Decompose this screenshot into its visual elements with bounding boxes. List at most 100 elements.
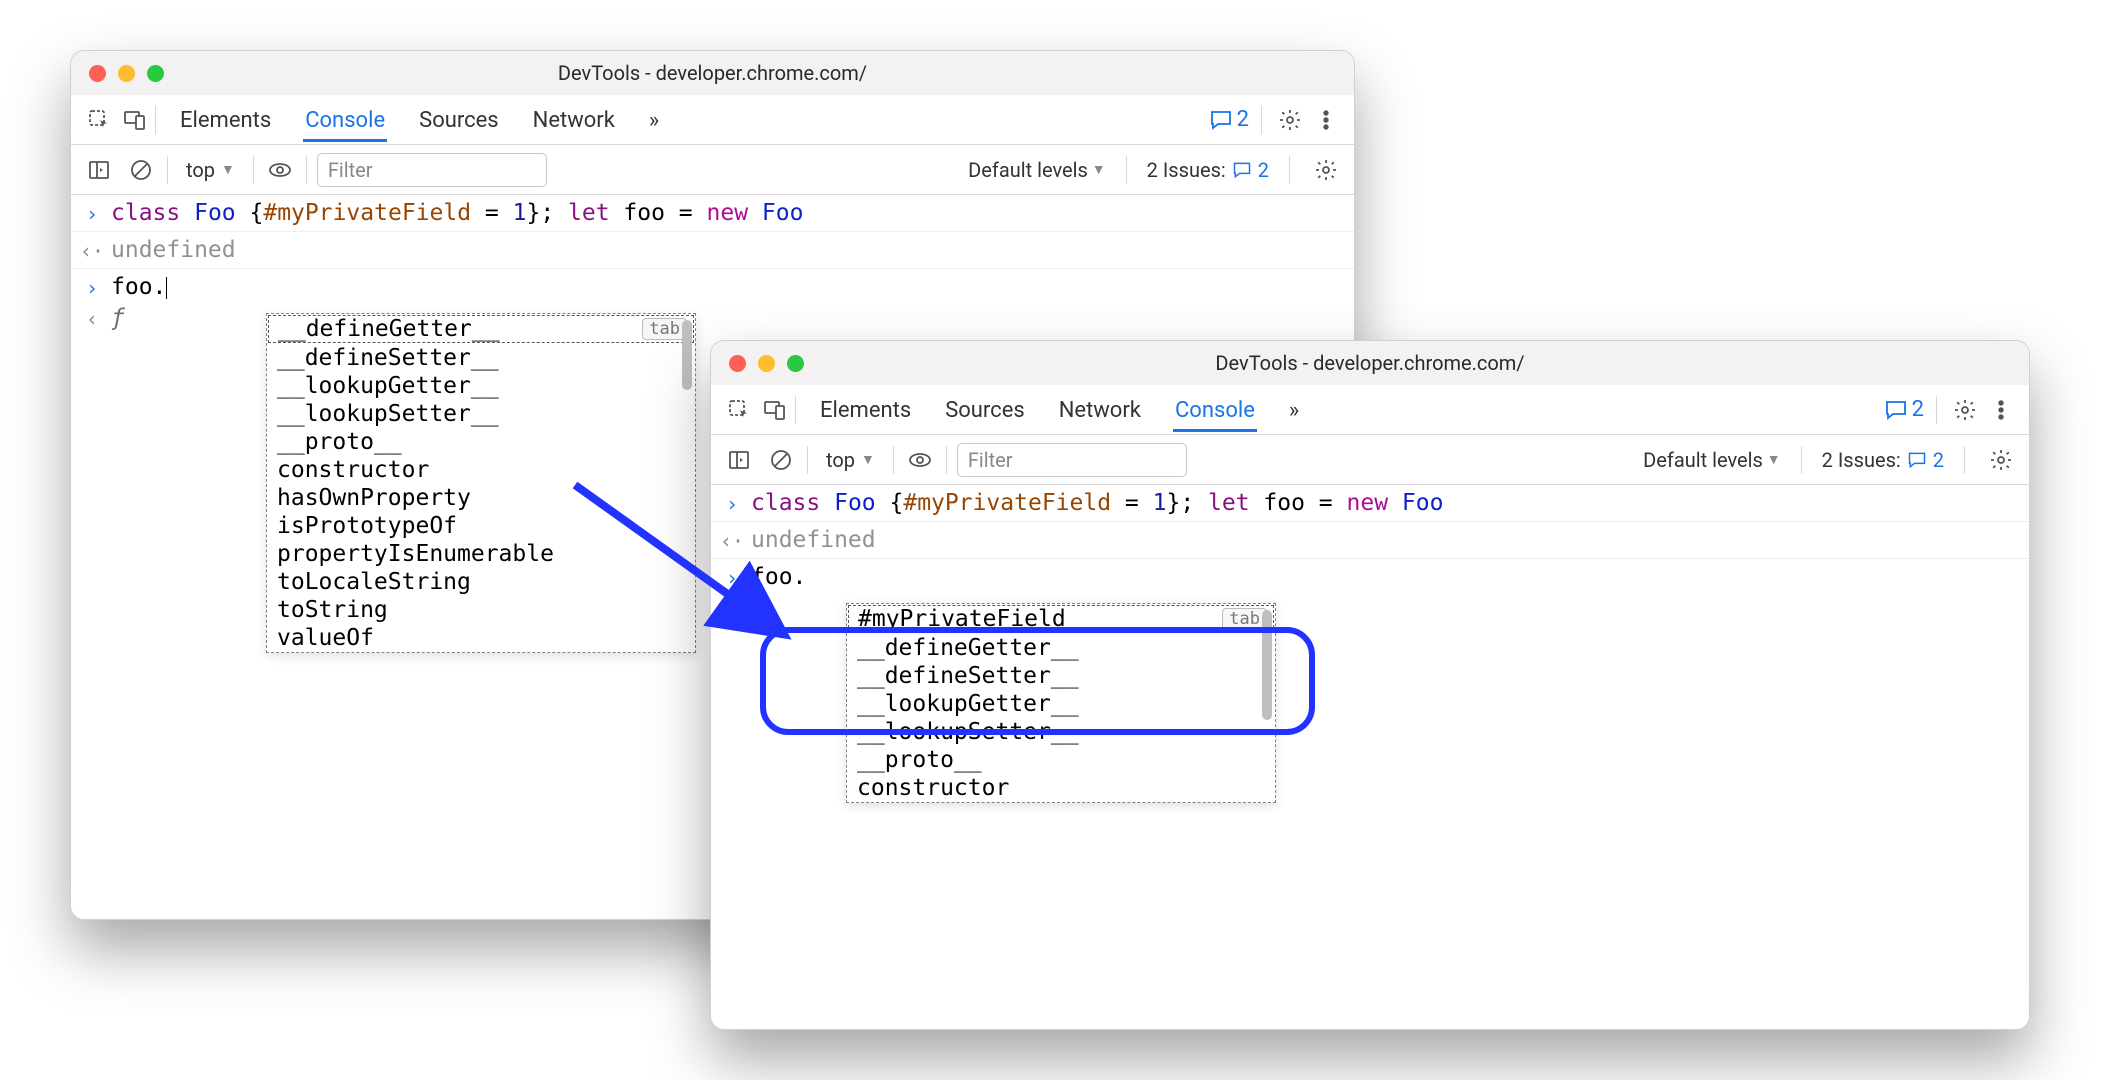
kebab-menu-icon[interactable]	[1310, 104, 1342, 136]
issues-label: 2 Issues:	[1147, 158, 1226, 182]
autocomplete-item[interactable]: hasOwnProperty	[267, 484, 695, 512]
dropdown-triangle-icon: ▼	[1092, 161, 1106, 178]
console-input-row: › class Foo {#myPrivateField = 1}; let f…	[711, 485, 2029, 522]
window-title: DevTools - developer.chrome.com/	[71, 61, 1354, 85]
device-toggle-icon[interactable]	[759, 394, 791, 426]
autocomplete-item[interactable]: __proto__	[267, 428, 695, 456]
tab-network[interactable]: Network	[531, 98, 617, 142]
autocomplete-item[interactable]: __defineGetter__	[847, 634, 1275, 662]
feedback-button[interactable]: 2	[1209, 107, 1249, 132]
context-label: top	[186, 158, 215, 182]
toolbar-separator	[1126, 156, 1127, 184]
log-levels-selector[interactable]: Default levels ▼	[968, 158, 1106, 182]
autocomplete-item[interactable]: #myPrivateFieldtab	[848, 605, 1274, 633]
filter-input[interactable]: Filter	[957, 443, 1187, 477]
issues-button[interactable]: 2 Issues: 2	[1822, 448, 1944, 472]
autocomplete-item[interactable]: __proto__	[847, 746, 1275, 774]
autocomplete-scrollbar[interactable]	[1262, 610, 1272, 720]
tab-console[interactable]: Console	[303, 98, 387, 142]
levels-label: Default levels	[1643, 448, 1763, 472]
autocomplete-item[interactable]: __lookupGetter__	[847, 690, 1275, 718]
autocomplete-item[interactable]: __lookupSetter__	[847, 718, 1275, 746]
tab-separator	[1261, 106, 1262, 134]
console-code-line: class Foo {#myPrivateField = 1}; let foo…	[111, 200, 803, 226]
live-expression-icon[interactable]	[904, 444, 936, 476]
issues-label: 2 Issues:	[1822, 448, 1901, 472]
input-chevron-icon: ›	[723, 564, 741, 590]
tab-hint: tab	[642, 318, 687, 340]
devtools-tabbar: Elements Sources Network Console » 2	[711, 385, 2029, 435]
devtools-tabbar: Elements Console Sources Network » 2	[71, 95, 1354, 145]
context-selector[interactable]: top ▼	[178, 154, 243, 186]
sidebar-toggle-icon[interactable]	[723, 444, 755, 476]
feedback-count: 2	[1912, 397, 1924, 422]
input-chevron-icon: ›	[83, 274, 101, 300]
eager-eval-fn: ƒ	[111, 305, 125, 331]
context-selector[interactable]: top ▼	[818, 444, 883, 476]
settings-icon[interactable]	[1274, 104, 1306, 136]
console-settings-icon[interactable]	[1985, 444, 2017, 476]
autocomplete-item[interactable]: isPrototypeOf	[267, 512, 695, 540]
autocomplete-scrollbar[interactable]	[682, 320, 692, 390]
tab-sources[interactable]: Sources	[943, 388, 1027, 432]
tabs: Elements Sources Network Console »	[818, 388, 1301, 432]
console-prompt-text[interactable]: foo.	[751, 564, 806, 590]
tab-elements[interactable]: Elements	[818, 388, 913, 432]
sidebar-toggle-icon[interactable]	[83, 154, 115, 186]
tab-elements[interactable]: Elements	[178, 98, 273, 142]
output-chevron-icon: ‹·	[723, 527, 741, 553]
window-title: DevTools - developer.chrome.com/	[711, 351, 2029, 375]
tab-more[interactable]: »	[1287, 388, 1301, 432]
autocomplete-item[interactable]: valueOf	[267, 624, 695, 652]
feedback-button[interactable]: 2	[1884, 397, 1924, 422]
titlebar: DevTools - developer.chrome.com/	[711, 341, 2029, 385]
autocomplete-item[interactable]: __defineSetter__	[267, 344, 695, 372]
console-toolbar: top ▼ Filter Default levels ▼ 2 Issues: …	[71, 145, 1354, 195]
device-toggle-icon[interactable]	[119, 104, 151, 136]
toolbar-separator	[306, 156, 307, 184]
toolbar-separator	[893, 446, 894, 474]
tab-sources[interactable]: Sources	[417, 98, 501, 142]
live-expression-icon[interactable]	[264, 154, 296, 186]
devtools-window-right: DevTools - developer.chrome.com/ Element…	[710, 340, 2030, 1030]
console-prompt-row[interactable]: › foo.	[711, 559, 2029, 595]
autocomplete-popup[interactable]: #myPrivateFieldtab__defineGetter____defi…	[846, 603, 1276, 803]
console-result-row: ‹· undefined	[71, 232, 1354, 269]
console-toolbar: top ▼ Filter Default levels ▼ 2 Issues: …	[711, 435, 2029, 485]
inspect-element-icon[interactable]	[83, 104, 115, 136]
autocomplete-item[interactable]: toLocaleString	[267, 568, 695, 596]
autocomplete-item[interactable]: __defineGetter__tab	[268, 315, 694, 343]
context-label: top	[826, 448, 855, 472]
console-prompt-row[interactable]: › foo.	[71, 269, 1354, 305]
filter-input[interactable]: Filter	[317, 153, 547, 187]
autocomplete-item[interactable]: constructor	[267, 456, 695, 484]
log-levels-selector[interactable]: Default levels ▼	[1643, 448, 1781, 472]
autocomplete-item[interactable]: __defineSetter__	[847, 662, 1275, 690]
autocomplete-item[interactable]: toString	[267, 596, 695, 624]
autocomplete-item[interactable]: __lookupSetter__	[267, 400, 695, 428]
tab-more[interactable]: »	[647, 98, 661, 142]
console-prompt-text[interactable]: foo.	[111, 274, 167, 300]
clear-console-icon[interactable]	[765, 444, 797, 476]
autocomplete-item[interactable]: constructor	[847, 774, 1275, 802]
filter-placeholder: Filter	[328, 158, 373, 182]
toolbar-separator	[253, 156, 254, 184]
console-result: undefined	[751, 527, 876, 553]
tab-network[interactable]: Network	[1057, 388, 1143, 432]
console-settings-icon[interactable]	[1310, 154, 1342, 186]
tab-console[interactable]: Console	[1173, 388, 1257, 432]
kebab-menu-icon[interactable]	[1985, 394, 2017, 426]
autocomplete-item[interactable]: __lookupGetter__	[267, 372, 695, 400]
dropdown-triangle-icon: ▼	[221, 161, 235, 178]
toolbar-separator	[1801, 446, 1802, 474]
toolbar-separator	[807, 446, 808, 474]
inspect-element-icon[interactable]	[723, 394, 755, 426]
autocomplete-item[interactable]: propertyIsEnumerable	[267, 540, 695, 568]
tabs: Elements Console Sources Network »	[178, 98, 661, 142]
clear-console-icon[interactable]	[125, 154, 157, 186]
settings-icon[interactable]	[1949, 394, 1981, 426]
feedback-count: 2	[1237, 107, 1249, 132]
autocomplete-popup[interactable]: __defineGetter__tab__defineSetter____loo…	[266, 313, 696, 653]
tab-separator	[155, 106, 156, 134]
issues-button[interactable]: 2 Issues: 2	[1147, 158, 1269, 182]
